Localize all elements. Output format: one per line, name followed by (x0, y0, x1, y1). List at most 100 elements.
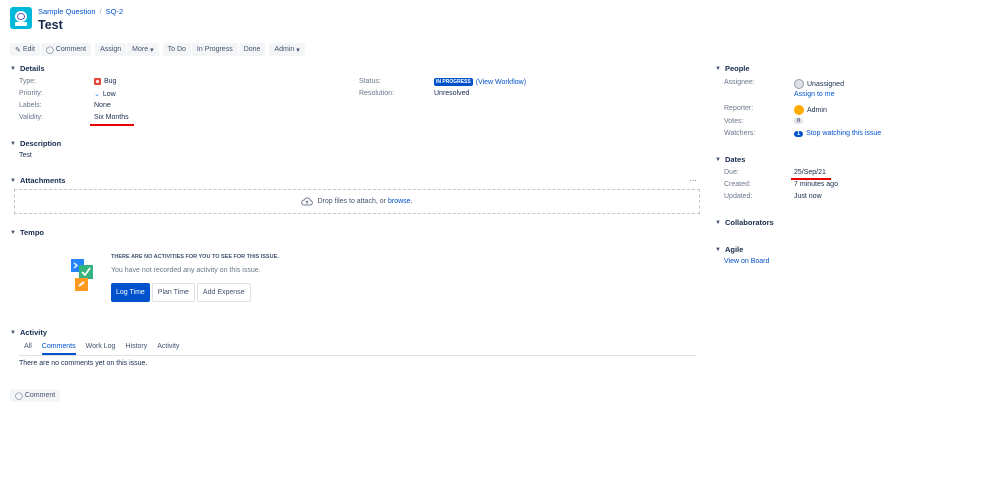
validity-annotation-underline (90, 124, 134, 126)
project-avatar[interactable] (10, 7, 32, 29)
assignee-text: Unassigned (807, 80, 844, 88)
labels-value[interactable]: None (94, 102, 111, 109)
comment-label: Comment (55, 46, 87, 53)
type-value: Bug (94, 78, 116, 85)
chevron-down-icon: ▼ (715, 156, 721, 163)
chevron-down-icon: ▾ (296, 46, 300, 54)
log-time-label: Log Time (116, 289, 145, 296)
votes-count-badge: 0 (794, 118, 804, 124)
due-value[interactable]: 25/Sep/21 (794, 169, 826, 176)
tab-work-log[interactable]: Work Log (86, 343, 116, 355)
assign-to-me-link[interactable]: Assign to me (794, 91, 834, 98)
attachments-more-icon[interactable]: ··· (689, 176, 697, 185)
in-progress-label: In Progress (196, 46, 233, 53)
agile-header[interactable]: ▼ Agile (715, 245, 743, 254)
breadcrumb-separator: / (99, 7, 102, 16)
attachment-dropzone[interactable]: Drop files to attach, or browse. (14, 189, 700, 214)
pencil-icon: ✎ (15, 46, 21, 54)
view-on-board-link[interactable]: View on Board (724, 258, 769, 265)
labels-label: Labels: (19, 102, 42, 109)
tempo-illustration-icon (71, 259, 93, 291)
speech-bubble-icon: ◯ (15, 392, 23, 400)
description-header[interactable]: ▼ Description (10, 139, 61, 148)
unassigned-avatar-icon (794, 79, 804, 89)
priority-label: Priority: (19, 90, 43, 97)
tempo-header[interactable]: ▼ Tempo (10, 228, 44, 237)
due-label: Due: (724, 169, 739, 176)
status-label: Status: (359, 78, 381, 85)
validity-value[interactable]: Six Months (94, 114, 129, 121)
due-annotation-underline (791, 178, 831, 180)
project-avatar-dot (18, 14, 24, 19)
stop-watching-link[interactable]: Stop watching this issue (806, 130, 881, 137)
type-text: Bug (104, 78, 117, 85)
reporter-value[interactable]: Admin (794, 105, 827, 115)
details-header[interactable]: ▼ Details (10, 64, 45, 73)
more-label: More (132, 46, 149, 53)
breadcrumb-project-link[interactable]: Sample Question (38, 7, 96, 16)
chevron-down-icon: ▾ (150, 46, 154, 54)
more-button[interactable]: More ▾ (127, 43, 159, 56)
tab-activity[interactable]: Activity (157, 343, 179, 355)
tab-all[interactable]: All (24, 343, 32, 355)
resolution-value: Unresolved (434, 90, 470, 97)
issue-title[interactable]: Test (38, 18, 63, 32)
add-expense-button[interactable]: Add Expense (196, 283, 251, 302)
chevron-down-icon: ▼ (10, 65, 16, 72)
admin-button[interactable]: Admin ▾ (269, 43, 305, 56)
edit-button[interactable]: ✎ Edit (10, 43, 40, 56)
done-button[interactable]: Done (238, 43, 266, 56)
attachments-header[interactable]: ▼ Attachments (10, 176, 65, 185)
updated-label: Updated: (724, 193, 753, 200)
assignee-value[interactable]: Unassigned (794, 79, 844, 89)
details-heading: Details (19, 64, 45, 73)
bottom-comment-label: Comment (24, 392, 56, 399)
dates-header[interactable]: ▼ Dates (715, 155, 745, 164)
bottom-comment-button[interactable]: ◯ Comment (10, 389, 61, 402)
in-progress-button[interactable]: In Progress (191, 43, 238, 56)
bug-icon (94, 78, 101, 85)
dropzone-period: . (410, 198, 413, 205)
comment-button[interactable]: ◯ Comment (40, 43, 92, 56)
reporter-text: Admin (807, 106, 827, 114)
tab-history[interactable]: History (125, 343, 147, 355)
todo-button[interactable]: To Do (162, 43, 191, 56)
arrow-down-icon: ⌄ (94, 91, 100, 98)
collaborators-header[interactable]: ▼ Collaborators (715, 218, 774, 227)
breadcrumb-issue-link[interactable]: SQ-2 (106, 7, 124, 16)
priority-text: Low (102, 90, 116, 98)
workflow-group: To Do In Progress Done (162, 43, 266, 56)
cloud-upload-icon (301, 197, 314, 206)
activity-tabs: All Comments Work Log History Activity (24, 343, 696, 355)
activity-header[interactable]: ▼ Activity (10, 328, 47, 337)
validity-label: Validity: (19, 114, 43, 121)
chevron-down-icon: ▼ (715, 65, 721, 72)
description-text[interactable]: Test (19, 152, 32, 159)
done-label: Done (243, 46, 261, 53)
issue-toolbar: ✎ Edit ◯ Comment Assign More ▾ To Do In … (10, 43, 305, 56)
chevron-down-icon: ▼ (10, 177, 16, 184)
watchers-count-badge[interactable]: 1 (794, 130, 804, 137)
chevron-down-icon: ▼ (10, 140, 16, 147)
tab-comments[interactable]: Comments (41, 343, 76, 355)
updated-value: Just now (794, 193, 822, 200)
collaborators-heading: Collaborators (724, 218, 774, 227)
chevron-down-icon: ▼ (715, 246, 721, 253)
created-label: Created: (724, 181, 751, 188)
votes-value[interactable]: 0 (794, 118, 804, 124)
people-header[interactable]: ▼ People (715, 64, 750, 73)
resolution-label: Resolution: (359, 90, 395, 97)
chevron-down-icon: ▼ (10, 229, 16, 236)
reporter-label: Reporter: (724, 105, 754, 112)
log-time-button[interactable]: Log Time (111, 283, 150, 302)
assign-button[interactable]: Assign (95, 43, 127, 56)
browse-link[interactable]: browse (388, 198, 411, 205)
no-comments-message: There are no comments yet on this issue. (19, 360, 148, 367)
view-workflow-link[interactable]: (View Workflow) (476, 79, 526, 86)
plan-time-button[interactable]: Plan Time (151, 283, 195, 302)
project-avatar-base (15, 22, 27, 26)
edit-group: ✎ Edit ◯ Comment (10, 43, 92, 56)
tempo-empty-subtitle: You have not recorded any activity on th… (111, 267, 261, 274)
type-label: Type: (19, 78, 37, 85)
chevron-down-icon: ▼ (10, 329, 16, 336)
